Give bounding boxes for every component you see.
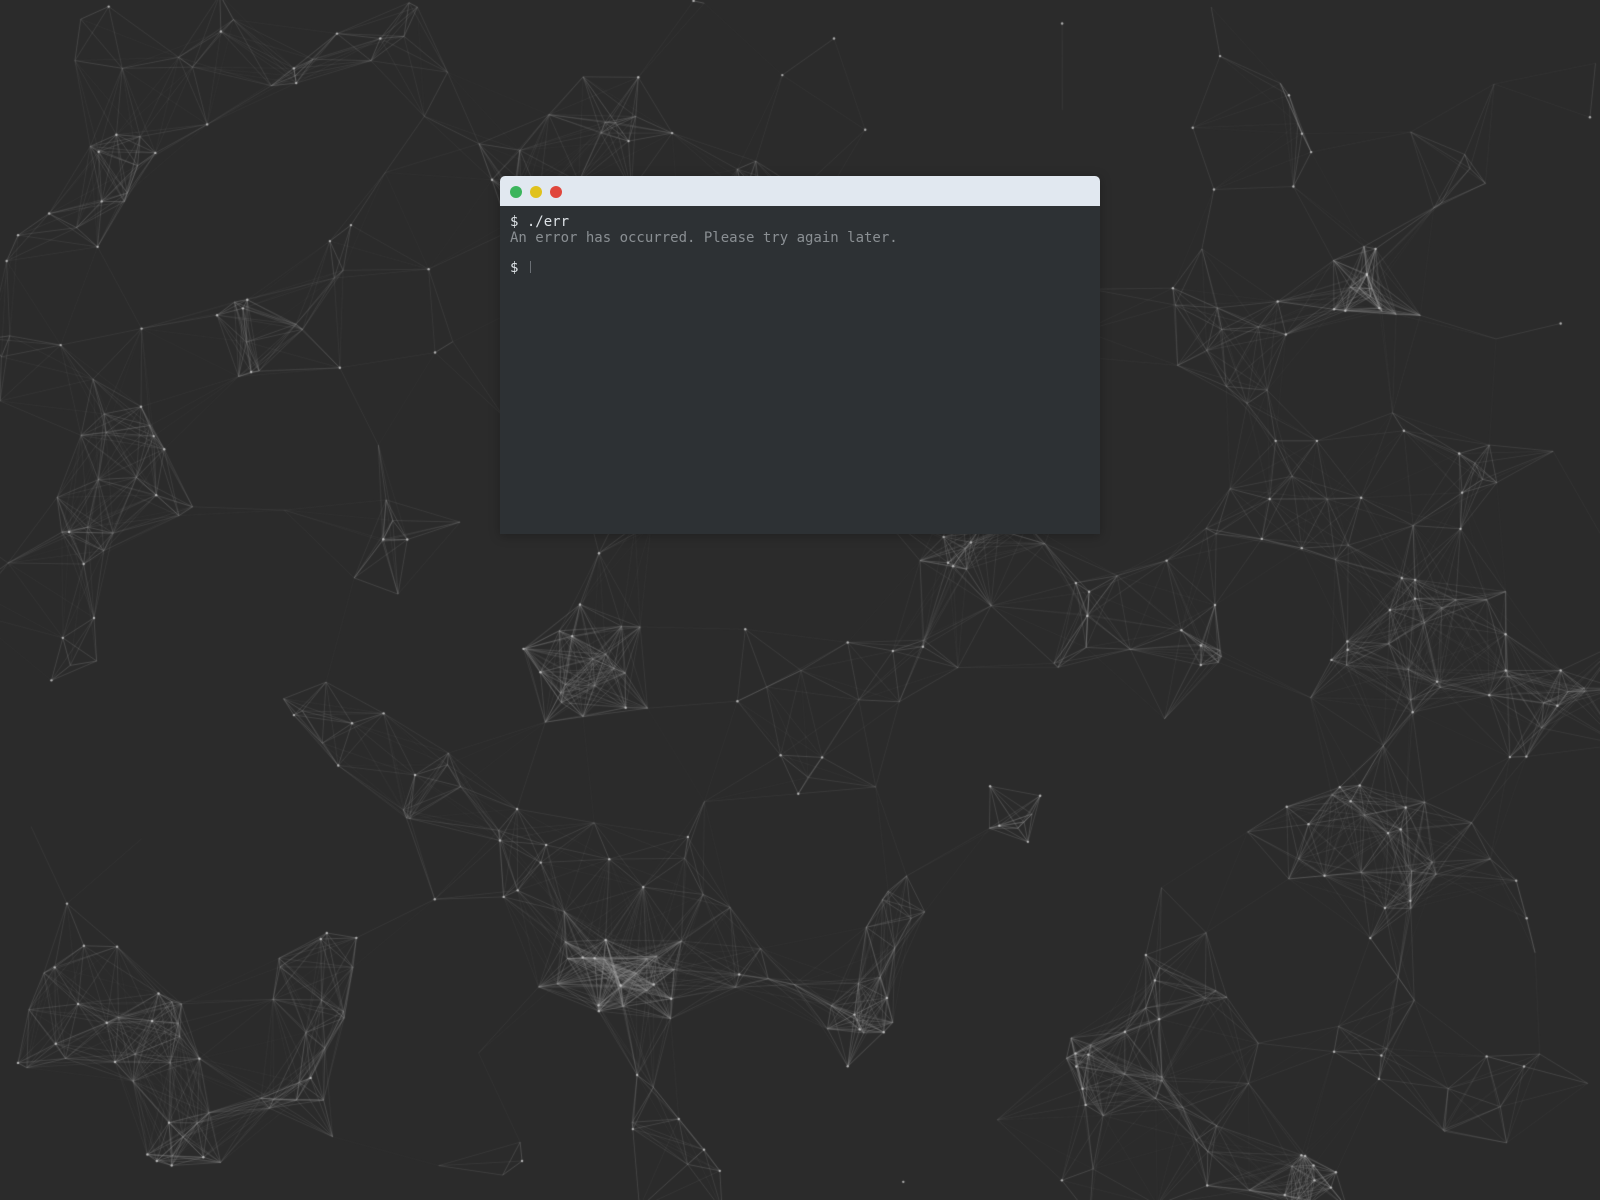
maximize-button[interactable] bbox=[510, 186, 522, 198]
prompt-symbol: $ bbox=[510, 214, 519, 230]
desktop-background: $ ./err An error has occurred. Please tr… bbox=[0, 0, 1600, 1200]
input-line[interactable]: $ bbox=[510, 260, 1090, 276]
minimize-button[interactable] bbox=[530, 186, 542, 198]
close-button[interactable] bbox=[550, 186, 562, 198]
command-text: ./err bbox=[526, 214, 570, 230]
error-message: An error has occurred. Please try again … bbox=[510, 230, 898, 246]
text-cursor bbox=[530, 261, 532, 273]
terminal-window[interactable]: $ ./err An error has occurred. Please tr… bbox=[500, 176, 1100, 534]
terminal-body[interactable]: $ ./err An error has occurred. Please tr… bbox=[500, 206, 1100, 534]
terminal-titlebar[interactable] bbox=[500, 176, 1100, 206]
input-prompt-symbol: $ bbox=[510, 260, 519, 276]
command-line: $ ./err bbox=[510, 214, 1090, 230]
